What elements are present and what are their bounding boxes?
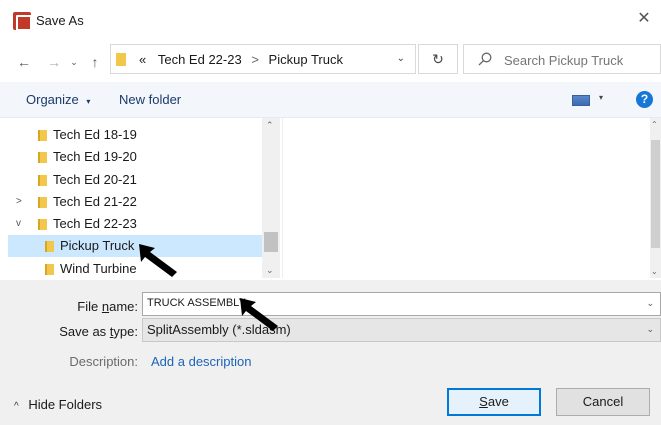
folder-icon [38, 197, 47, 208]
breadcrumb-item-tech-ed-22-23[interactable]: Tech Ed 22-23 [158, 52, 242, 67]
address-bar[interactable]: « Tech Ed 22-23 > Pickup Truck ⌄ [110, 44, 416, 74]
chevron-down-icon: ▾ [86, 97, 91, 106]
save-as-type-label-text: Save as type: [59, 324, 138, 339]
expand-chevron-icon[interactable]: > [16, 191, 22, 213]
toolbar: Organize ▾ New folder ▾ ? [0, 82, 661, 118]
view-dropdown-icon[interactable]: ▾ [599, 93, 603, 102]
arrow-right-icon[interactable]: → [46, 52, 62, 72]
tree-item-label: Tech Ed 20-21 [53, 172, 137, 187]
file-name-field[interactable]: TRUCK ASSEMBLY ⌄ [142, 292, 661, 316]
folder-icon [38, 219, 47, 230]
refresh-button[interactable]: ↻ [418, 44, 458, 74]
scroll-up-icon[interactable]: ⌃ [651, 120, 658, 129]
description-label: Description: [69, 354, 138, 369]
hide-folders-button[interactable]: ^ Hide Folders [14, 397, 102, 412]
search-input[interactable] [504, 51, 654, 69]
tree-item-label: Pickup Truck [60, 238, 135, 253]
folder-icon [38, 152, 47, 163]
tree-item-label: Tech Ed 21-22 [53, 194, 137, 209]
chevron-down-icon[interactable]: ⌄ [68, 52, 80, 72]
address-dropdown-icon[interactable]: ⌄ [397, 53, 405, 64]
folder-icon [45, 264, 54, 275]
organize-label: Organize [26, 92, 79, 107]
tree-item-wind-turbine[interactable]: Wind Turbine [8, 258, 262, 278]
tree-item-label: Tech Ed 18-19 [53, 127, 137, 142]
save-button[interactable]: Save [447, 388, 541, 416]
chevron-up-icon: ^ [14, 401, 19, 412]
window-title: Save As [36, 13, 84, 28]
breadcrumb: « Tech Ed 22-23 > Pickup Truck [139, 52, 343, 67]
solidworks-app-icon [13, 12, 32, 31]
folder-icon [38, 130, 47, 141]
tree-item-label: Tech Ed 19-20 [53, 149, 137, 164]
file-name-label-text: File name: [77, 299, 138, 314]
folder-icon [38, 175, 47, 186]
organize-button[interactable]: Organize ▾ [26, 92, 90, 107]
help-icon[interactable]: ? [636, 91, 653, 108]
hide-folders-label: Hide Folders [28, 397, 103, 412]
pointer-arrow-icon [139, 244, 177, 277]
close-icon[interactable]: ✕ [635, 10, 653, 28]
scroll-down-icon[interactable]: ⌄ [651, 267, 658, 276]
title-bar: Save As ✕ [0, 0, 661, 44]
tree-item-tech-ed-19-20[interactable]: Tech Ed 19-20 [8, 146, 262, 168]
tree-item-tech-ed-20-21[interactable]: Tech Ed 20-21 [8, 169, 262, 191]
collapse-chevron-icon[interactable]: v [16, 213, 21, 235]
breadcrumb-item-pickup-truck[interactable]: Pickup Truck [269, 52, 343, 67]
tree-item-tech-ed-21-22[interactable]: > Tech Ed 21-22 [8, 191, 262, 213]
content-scrollbar[interactable]: ⌃ ⌄ [650, 118, 661, 278]
file-list-pane[interactable] [282, 118, 652, 278]
tree-item-tech-ed-22-23[interactable]: v Tech Ed 22-23 [8, 213, 262, 235]
save-as-type-label: Save as type: [40, 324, 138, 339]
scroll-down-icon[interactable]: ⌄ [266, 265, 274, 276]
pointer-arrow-icon [240, 298, 278, 331]
tree-item-pickup-truck[interactable]: Pickup Truck [8, 235, 262, 257]
file-name-value: TRUCK ASSEMBLY [147, 297, 246, 309]
save-as-type-select[interactable]: SplitAssembly (*.sldasm) ⌄ [142, 318, 661, 342]
search-icon [478, 52, 492, 66]
tree-item-label: Wind Turbine [60, 261, 137, 276]
scroll-thumb[interactable] [264, 232, 278, 252]
file-name-label: File name: [40, 299, 138, 314]
view-icon[interactable] [572, 95, 590, 106]
new-folder-button[interactable]: New folder [119, 92, 181, 107]
tree-item-label: Tech Ed 22-23 [53, 216, 137, 231]
arrow-left-icon[interactable]: ← [16, 52, 32, 72]
chevron-down-icon[interactable]: ⌄ [646, 324, 654, 335]
search-box[interactable] [463, 44, 661, 74]
tree-scrollbar[interactable]: ⌃ ⌄ [262, 118, 280, 278]
scroll-up-icon[interactable]: ⌃ [266, 120, 274, 131]
breadcrumb-separator-icon: > [251, 52, 259, 67]
arrow-up-icon[interactable]: ↑ [88, 52, 102, 72]
folder-icon [45, 241, 54, 252]
add-description-link[interactable]: Add a description [151, 354, 251, 369]
breadcrumb-overflow[interactable]: « [139, 52, 146, 67]
cancel-button[interactable]: Cancel [556, 388, 650, 416]
chevron-down-icon[interactable]: ⌄ [646, 298, 654, 309]
scroll-thumb[interactable] [651, 140, 660, 248]
folder-icon [116, 53, 126, 66]
tree-item-tech-ed-18-19[interactable]: Tech Ed 18-19 [8, 124, 262, 146]
